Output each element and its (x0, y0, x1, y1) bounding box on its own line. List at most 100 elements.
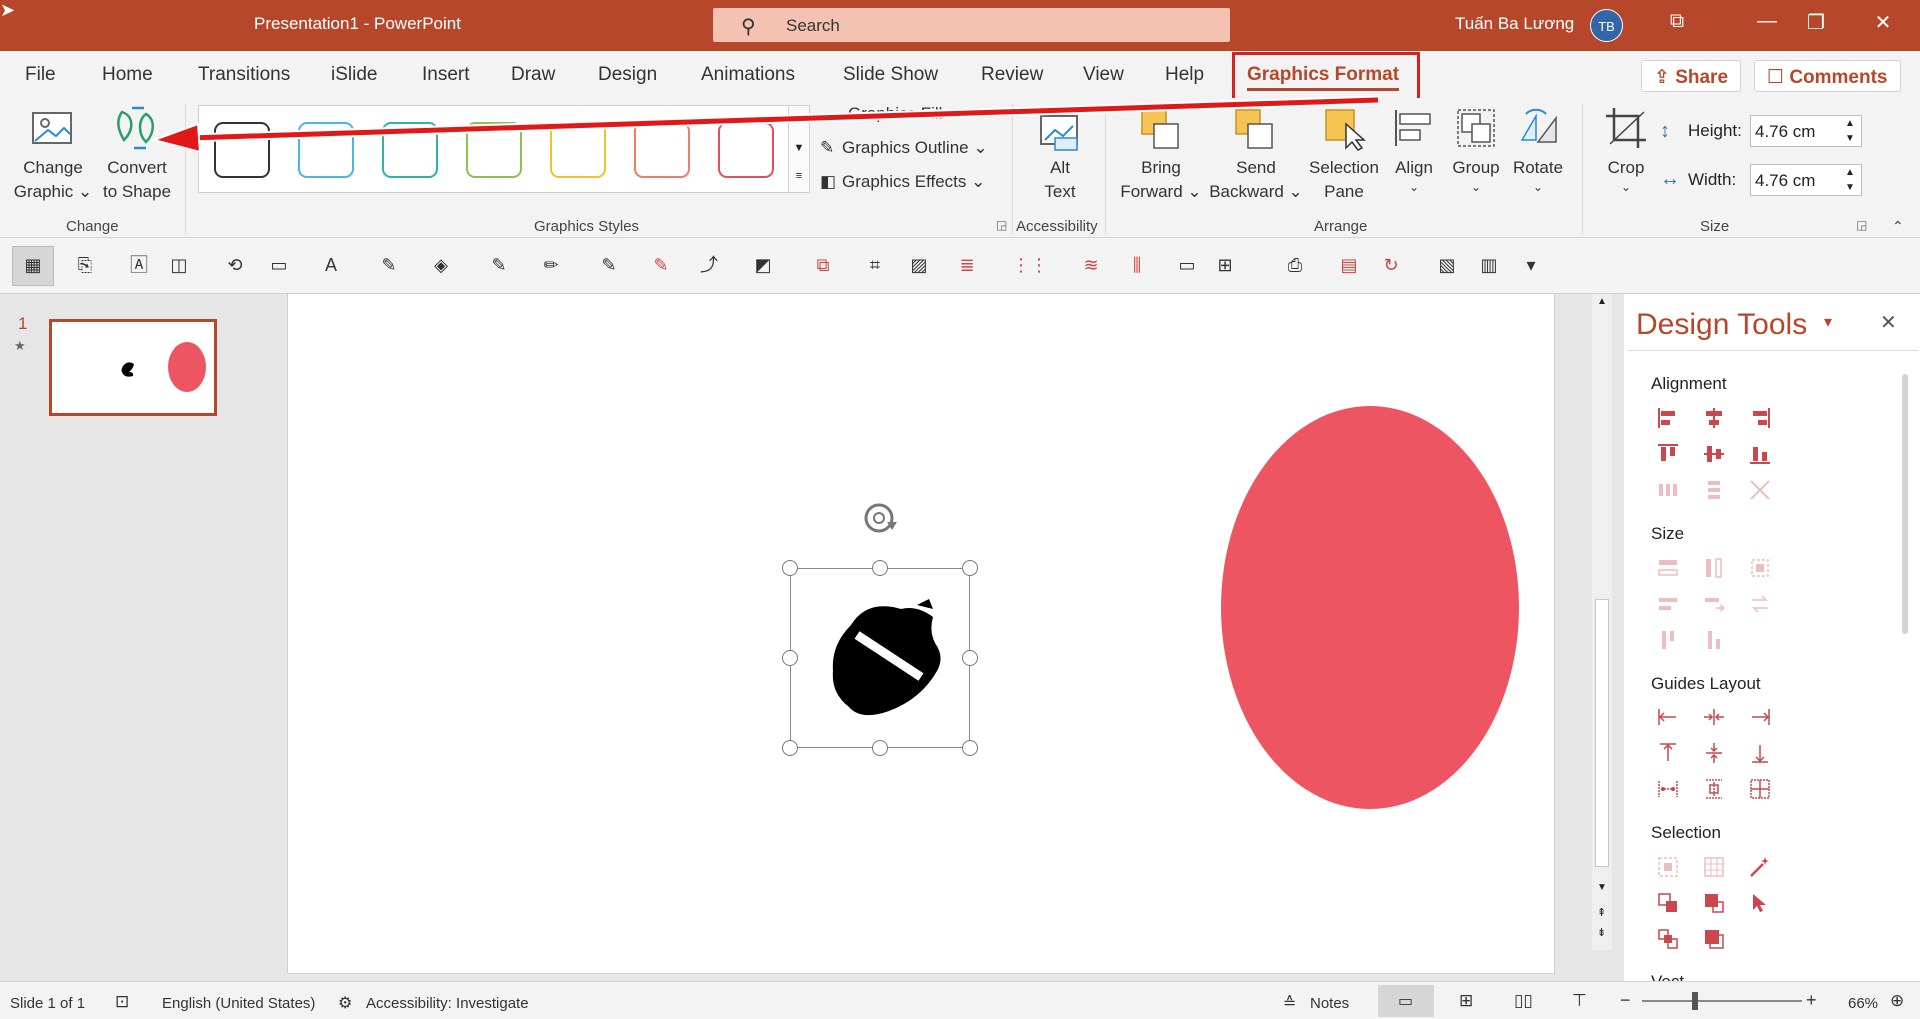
select-front-icon[interactable] (1702, 891, 1726, 915)
connector-icon[interactable]: ⤴ (698, 254, 720, 276)
picture-icon[interactable]: ▭ (268, 254, 290, 276)
magic-wand-icon[interactable] (1748, 855, 1772, 879)
layers-icon[interactable]: ≋ (1080, 254, 1102, 276)
select-cursor-icon[interactable] (1748, 891, 1772, 915)
rotate-button[interactable]: Rotate ⌄ (1508, 156, 1568, 194)
customize-toolbar-icon[interactable]: ▾ (1520, 254, 1542, 276)
guide-bottom-icon[interactable] (1748, 741, 1772, 765)
tab-graphics-format[interactable]: Graphics Format (1247, 64, 1400, 91)
reading-view-icon[interactable]: ▯▯ (1514, 991, 1533, 1011)
spellcheck-icon[interactable]: ⊡ (115, 992, 129, 1012)
accessibility-icon[interactable]: ⚙ (338, 993, 352, 1013)
eyedropper-icon[interactable]: ✎ (488, 254, 510, 276)
guide-margin-h-icon[interactable] (1656, 777, 1680, 801)
next-slide-icon[interactable]: ⇟ (1597, 926, 1606, 939)
align-bottom-icon[interactable] (1748, 442, 1772, 466)
user-name[interactable]: Tuấn Ba Lương (1455, 14, 1574, 34)
table-icon[interactable]: ⊞ (1214, 254, 1236, 276)
resize-handle[interactable] (782, 740, 798, 756)
scroll-thumb[interactable] (1595, 599, 1609, 867)
tab-design[interactable]: Design (598, 64, 657, 86)
notes-icon[interactable]: ≙ (1283, 993, 1296, 1013)
align-button[interactable]: Align ⌄ (1384, 156, 1444, 194)
screenshot-icon[interactable]: ⎙ (1284, 254, 1306, 276)
group-button[interactable]: Group ⌄ (1446, 156, 1506, 194)
chart-icon[interactable]: ▥ (1478, 254, 1500, 276)
grid-icon[interactable]: ⋮⋮ (1012, 254, 1048, 276)
align-right-icon[interactable] (1748, 406, 1772, 430)
guide-right-icon[interactable] (1748, 705, 1772, 729)
eyedropper-icon[interactable]: ✎ (598, 254, 620, 276)
guide-center-v-icon[interactable] (1702, 741, 1726, 765)
avatar[interactable]: TB (1590, 9, 1623, 42)
slide-canvas[interactable] (287, 294, 1555, 974)
image-library-icon[interactable]: ▧ (1436, 254, 1458, 276)
slide-count[interactable]: Slide 1 of 1 (10, 995, 85, 1012)
zoom-in-icon[interactable]: + (1806, 990, 1817, 1011)
resize-handle[interactable] (782, 650, 798, 666)
tab-transitions[interactable]: Transitions (198, 64, 290, 86)
rotate-icon[interactable] (1516, 106, 1560, 150)
selected-graphic[interactable] (790, 568, 970, 748)
tab-file[interactable]: File (25, 64, 56, 86)
minimize-icon[interactable]: — (1752, 10, 1782, 33)
dialog-launcher-icon[interactable]: ◲ (996, 218, 1007, 232)
search-box[interactable]: ⚲ Search (713, 8, 1230, 42)
crop-button[interactable]: Crop ⌄ (1596, 156, 1656, 194)
resize-handle[interactable] (872, 740, 888, 756)
scroll-down-icon[interactable]: ▼ (1597, 882, 1607, 893)
layout-icon[interactable]: ▦ (22, 254, 44, 276)
restore-icon[interactable]: ❐ (1801, 10, 1831, 35)
resize-handle[interactable] (962, 740, 978, 756)
pane-scrollbar[interactable] (1902, 374, 1908, 634)
shapes-icon[interactable]: ◫ (168, 254, 190, 276)
graphics-effects-button[interactable]: ◧ Graphics Effects ⌄ (820, 172, 985, 196)
eyedropper-icon[interactable]: ✎ (378, 254, 400, 276)
resize-handle[interactable] (872, 560, 888, 576)
distribute-icon[interactable]: ⫼ (1126, 254, 1148, 276)
change-graphic-button[interactable]: Change Graphic ⌄ (8, 156, 98, 204)
guide-left-icon[interactable] (1656, 705, 1680, 729)
comments-button[interactable]: ☐ Comments (1754, 60, 1901, 92)
guide-center-h-icon[interactable] (1702, 705, 1726, 729)
tab-draw[interactable]: Draw (511, 64, 555, 86)
tab-insert[interactable]: Insert (422, 64, 470, 86)
language[interactable]: English (United States) (162, 995, 315, 1012)
tab-review[interactable]: Review (981, 64, 1043, 86)
change-graphic-icon[interactable] (30, 108, 74, 152)
tab-view[interactable]: View (1083, 64, 1124, 86)
dialog-launcher-icon[interactable]: ◲ (1856, 218, 1867, 232)
select-inside-icon[interactable] (1656, 927, 1680, 951)
select-overlap-icon[interactable] (1656, 891, 1680, 915)
merge-icon[interactable]: ⧉ (812, 254, 834, 276)
previous-slide-icon[interactable]: ⇞ (1597, 906, 1606, 919)
zoom-slider[interactable] (1642, 1000, 1802, 1002)
outline-color-icon[interactable]: ✏ (540, 254, 562, 276)
pane-menu-icon[interactable]: ▾ (1824, 312, 1832, 332)
pane-close-icon[interactable]: ✕ (1880, 310, 1897, 335)
frame-icon[interactable]: ▭ (1176, 254, 1198, 276)
notes-button[interactable]: Notes (1310, 995, 1349, 1012)
scroll-up-icon[interactable]: ▲ (1597, 296, 1607, 307)
refresh-icon[interactable]: ↻ (1380, 254, 1402, 276)
align-left-icon[interactable] (1656, 406, 1680, 430)
tab-slide-show[interactable]: Slide Show (843, 64, 938, 86)
guide-margin-v-icon[interactable] (1702, 777, 1726, 801)
font-color-icon[interactable]: A (320, 254, 342, 276)
tab-home[interactable]: Home (102, 64, 153, 86)
replace-icon[interactable]: ⟲ (224, 254, 246, 276)
collapse-ribbon-icon[interactable]: ⌃ (1892, 218, 1904, 235)
tab-animations[interactable]: Animations (701, 64, 795, 86)
align-middle-icon[interactable] (1702, 442, 1726, 466)
tab-help[interactable]: Help (1165, 64, 1204, 86)
rotate-handle-icon[interactable] (861, 500, 899, 536)
zoom-out-icon[interactable]: − (1620, 990, 1631, 1011)
crop-icon[interactable]: ⌗ (864, 254, 886, 276)
align-icon[interactable] (1392, 106, 1436, 150)
height-spinner[interactable]: ▲ ▼ (1845, 116, 1855, 146)
resize-handle[interactable] (962, 650, 978, 666)
share-button[interactable]: ⇪ Share (1641, 60, 1742, 92)
export-icon[interactable]: ⎘ (74, 254, 96, 276)
width-input[interactable]: 4.76 cm ▲ ▼ (1750, 164, 1862, 196)
fit-to-window-icon[interactable]: ⊕ (1890, 991, 1904, 1011)
